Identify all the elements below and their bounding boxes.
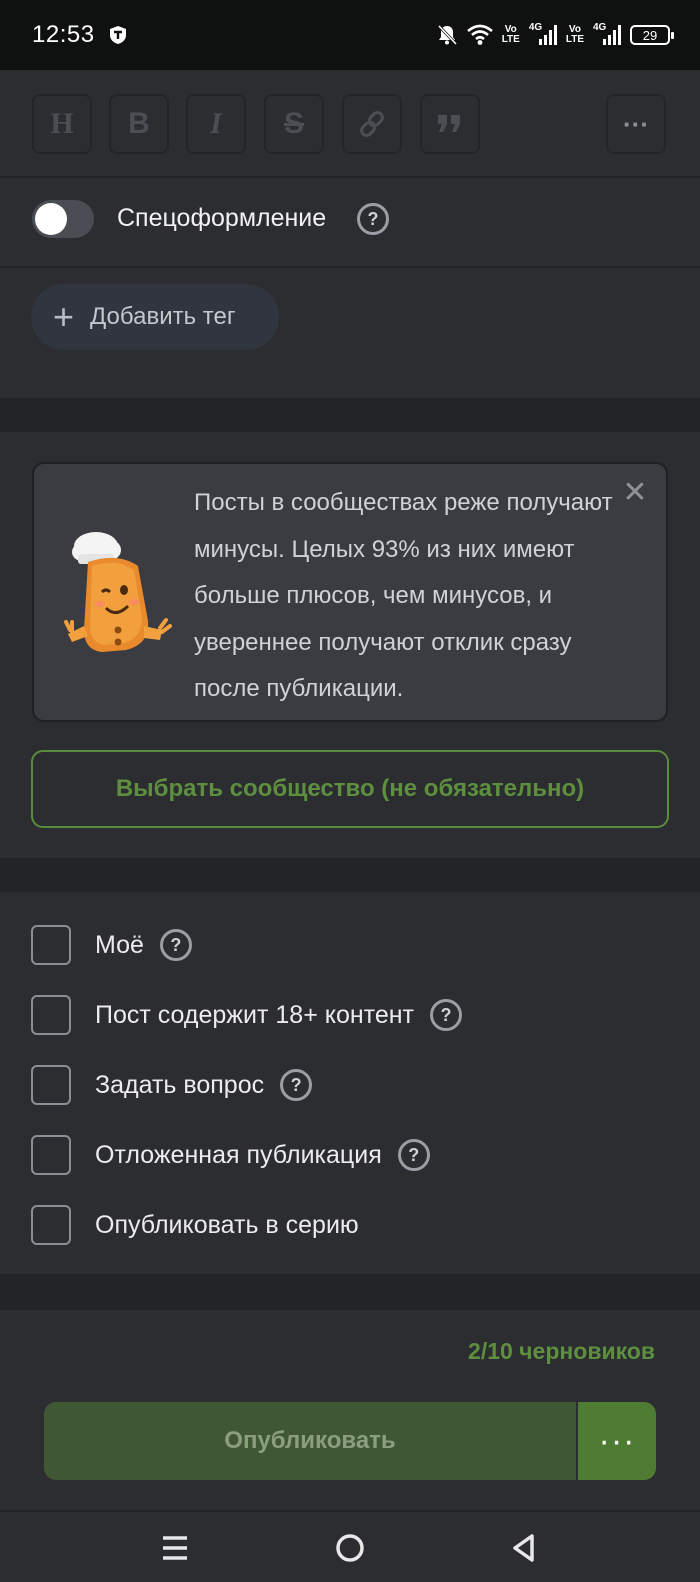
option-label: Пост содержит 18+ контент: [95, 1000, 414, 1029]
checkbox[interactable]: [31, 995, 71, 1035]
community-info-text: Посты в сообществах реже получают минусы…: [194, 489, 613, 702]
system-nav-bar: [0, 1510, 700, 1582]
bold-button[interactable]: B: [109, 94, 169, 154]
close-icon[interactable]: ✕: [620, 478, 650, 508]
italic-icon: I: [210, 107, 222, 140]
checkbox[interactable]: [31, 1065, 71, 1105]
home-icon[interactable]: [328, 1526, 372, 1570]
publish-more-button[interactable]: ···: [578, 1402, 656, 1480]
help-icon[interactable]: ?: [397, 1139, 430, 1171]
special-formatting-toggle[interactable]: [32, 200, 94, 238]
signal-1-icon: 4G: [529, 23, 557, 47]
mascot-icon: [64, 532, 172, 652]
section-divider: [0, 858, 700, 892]
choose-community-button[interactable]: Выбрать сообщество (не обязательно): [31, 750, 669, 828]
add-tag-label: Добавить тег: [90, 303, 236, 330]
drafts-counter[interactable]: 2/10 черновиков: [468, 1338, 655, 1365]
strikethrough-button[interactable]: S: [264, 94, 324, 154]
section-divider: [0, 1274, 700, 1310]
help-icon[interactable]: ?: [357, 203, 389, 235]
quote-icon: [438, 115, 460, 132]
special-formatting-row: Спецоформление ?: [0, 180, 700, 268]
back-icon[interactable]: [502, 1526, 546, 1570]
wifi-icon: [466, 24, 493, 45]
tags-section: + Добавить тег: [0, 270, 700, 398]
publish-button[interactable]: Опубликовать: [44, 1402, 576, 1480]
link-icon: [360, 111, 384, 137]
volte-2: Vo LTE: [565, 24, 584, 45]
heading-icon: H: [50, 107, 74, 140]
bell-off-icon: [437, 24, 457, 46]
format-toolbar: H B I S ···: [0, 70, 700, 178]
option-label: Отложенная публикация: [95, 1140, 382, 1169]
quote-button[interactable]: [420, 94, 480, 154]
option-publish-series[interactable]: Опубликовать в серию: [31, 1205, 375, 1245]
more-dots-icon: ···: [623, 108, 649, 139]
option-label: Опубликовать в серию: [95, 1210, 359, 1239]
option-mine[interactable]: Моё ?: [31, 925, 192, 965]
option-ask-question[interactable]: Задать вопрос ?: [31, 1065, 313, 1105]
option-adult-content[interactable]: Пост содержит 18+ контент ?: [31, 995, 462, 1035]
heading-button[interactable]: H: [32, 94, 92, 154]
checkbox[interactable]: [31, 1135, 71, 1175]
section-divider: [0, 398, 700, 432]
more-dots-icon: ···: [598, 1421, 636, 1460]
checkbox[interactable]: [31, 925, 71, 965]
add-tag-button[interactable]: + Добавить тег: [31, 284, 279, 350]
status-icons: Vo LTE 4G Vo LTE 4G 29: [436, 23, 674, 47]
publish-footer: 2/10 черновиков Опубликовать ···: [0, 1310, 700, 1510]
community-section: Посты в сообществах реже получают минусы…: [0, 432, 700, 858]
menu-icon[interactable]: [153, 1526, 197, 1570]
link-button[interactable]: [342, 94, 402, 154]
battery-icon: 29: [630, 25, 674, 45]
plus-icon: +: [53, 296, 75, 337]
option-label: Моё: [95, 930, 144, 959]
shield-icon: [109, 26, 126, 44]
post-options: Моё ? Пост содержит 18+ контент ? Задать…: [0, 892, 700, 1274]
volte-1: Vo LTE: [501, 24, 520, 45]
strikethrough-icon: S: [283, 107, 304, 140]
help-icon[interactable]: ?: [159, 929, 192, 961]
toolbar-more-button[interactable]: ···: [606, 94, 666, 154]
italic-button[interactable]: I: [186, 94, 246, 154]
help-icon[interactable]: ?: [280, 1069, 313, 1101]
checkbox[interactable]: [31, 1205, 71, 1245]
toggle-knob: [35, 203, 67, 235]
community-info-card: Посты в сообществах реже получают минусы…: [32, 462, 668, 722]
help-icon[interactable]: ?: [430, 999, 462, 1031]
status-time: 12:53: [32, 21, 95, 48]
status-bar: 12:53 Vo LTE 4G Vo LTE 4G 29: [0, 0, 700, 70]
option-scheduled-publication[interactable]: Отложенная публикация ?: [31, 1135, 430, 1175]
option-label: Задать вопрос: [95, 1070, 265, 1099]
bold-icon: B: [128, 107, 150, 140]
special-formatting-label: Спецоформление: [117, 204, 327, 232]
signal-2-icon: 4G: [593, 23, 621, 47]
